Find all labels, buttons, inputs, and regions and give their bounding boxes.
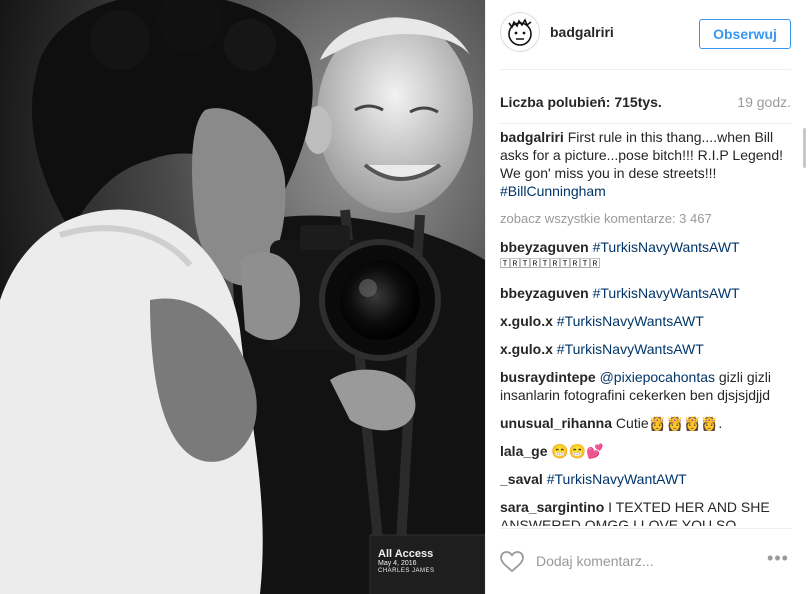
comment-item: bbeyzaguven #TurkisNavyWantsAWT 🅃🅁🅃🅁🅃🅁🅃🅁… bbox=[500, 238, 791, 274]
comment-hashtag[interactable]: #TurkisNavyWantsAWT bbox=[557, 313, 704, 329]
post-author-username[interactable]: badgalriri bbox=[550, 24, 614, 40]
comment-mention[interactable]: @pixiepocahontas bbox=[600, 369, 715, 385]
photo-illustration bbox=[0, 0, 485, 594]
view-all-comments-link[interactable]: zobacz wszystkie komentarze: 3 467 bbox=[500, 210, 791, 228]
comment-item: lala_ge 😁😁💕 bbox=[500, 442, 791, 460]
post-side-panel: badgalriri Obserwuj Liczba polubień: 715… bbox=[485, 0, 809, 594]
caption: badgalriri First rule in this thang....w… bbox=[500, 128, 791, 200]
comment-item: busraydintepe @pixiepocahontas gizli giz… bbox=[500, 368, 791, 404]
comment-item: unusual_rihanna Cutie👸👸👸👸. bbox=[500, 414, 791, 432]
comment-username[interactable]: unusual_rihanna bbox=[500, 415, 612, 431]
instagram-post-modal: All Access May 4, 2016 CHARLES JAMES bad… bbox=[0, 0, 809, 594]
comment-username[interactable]: bbeyzaguven bbox=[500, 285, 589, 301]
comment-item: _saval #TurkisNavyWantAWT bbox=[500, 470, 791, 488]
comment-username[interactable]: busraydintepe bbox=[500, 369, 596, 385]
comments-list[interactable]: badgalriri First rule in this thang....w… bbox=[500, 128, 791, 526]
comment-username[interactable]: x.gulo.x bbox=[500, 341, 553, 357]
follow-button[interactable]: Obserwuj bbox=[699, 19, 791, 49]
comments-scrollbar[interactable] bbox=[803, 128, 806, 526]
post-photo[interactable]: All Access May 4, 2016 CHARLES JAMES bbox=[0, 0, 485, 594]
badge-date: May 4, 2016 bbox=[378, 560, 417, 568]
post-footer: Dodaj komentarz... ••• bbox=[500, 528, 791, 594]
badge-name: CHARLES JAMES bbox=[378, 567, 435, 574]
comment-username[interactable]: bbeyzaguven bbox=[500, 239, 589, 255]
caption-username[interactable]: badgalriri bbox=[500, 129, 564, 145]
heart-outline-icon[interactable] bbox=[500, 551, 524, 573]
avatar[interactable] bbox=[500, 12, 540, 52]
comment-hashtag[interactable]: #TurkisNavyWantAWT bbox=[547, 471, 687, 487]
comment-username[interactable]: x.gulo.x bbox=[500, 313, 553, 329]
post-header: badgalriri Obserwuj bbox=[500, 0, 791, 70]
doodle-face-avatar-icon bbox=[508, 18, 532, 46]
comment-hashtag[interactable]: #TurkisNavyWantsAWT bbox=[593, 239, 740, 255]
likes-count[interactable]: Liczba polubień: 715tys. bbox=[500, 94, 662, 110]
comment-item: sara_sargintino I TEXTED HER AND SHE ANS… bbox=[500, 498, 791, 526]
comment-item: bbeyzaguven #TurkisNavyWantsAWT bbox=[500, 284, 791, 302]
comment-username[interactable]: sara_sargintino bbox=[500, 499, 604, 515]
post-timestamp[interactable]: 19 godz. bbox=[737, 94, 791, 110]
access-badge-text: All Access May 4, 2016 CHARLES JAMES bbox=[378, 548, 435, 574]
scrollbar-thumb[interactable] bbox=[803, 128, 806, 168]
comment-input[interactable]: Dodaj komentarz... bbox=[536, 553, 654, 569]
comment-extra: 🅃🅁🅃🅁🅃🅁🅃🅁🅃🅁 bbox=[500, 259, 600, 270]
comment-hashtag[interactable]: #TurkisNavyWantsAWT bbox=[593, 285, 740, 301]
comment-text: 😁😁💕 bbox=[551, 443, 604, 459]
comment-username[interactable]: _saval bbox=[500, 471, 543, 487]
post-stats: Liczba polubień: 715tys. 19 godz. bbox=[500, 70, 791, 124]
badge-title: All Access bbox=[378, 548, 434, 560]
comment-hashtag[interactable]: #TurkisNavyWantsAWT bbox=[557, 341, 704, 357]
comment-item: x.gulo.x #TurkisNavyWantsAWT bbox=[500, 312, 791, 330]
caption-hashtag[interactable]: #BillCunningham bbox=[500, 183, 606, 199]
comment-text: Cutie👸👸👸👸. bbox=[615, 415, 723, 431]
comment-username[interactable]: lala_ge bbox=[500, 443, 547, 459]
more-options-icon[interactable]: ••• bbox=[765, 549, 791, 571]
comment-item: x.gulo.x #TurkisNavyWantsAWT bbox=[500, 340, 791, 358]
